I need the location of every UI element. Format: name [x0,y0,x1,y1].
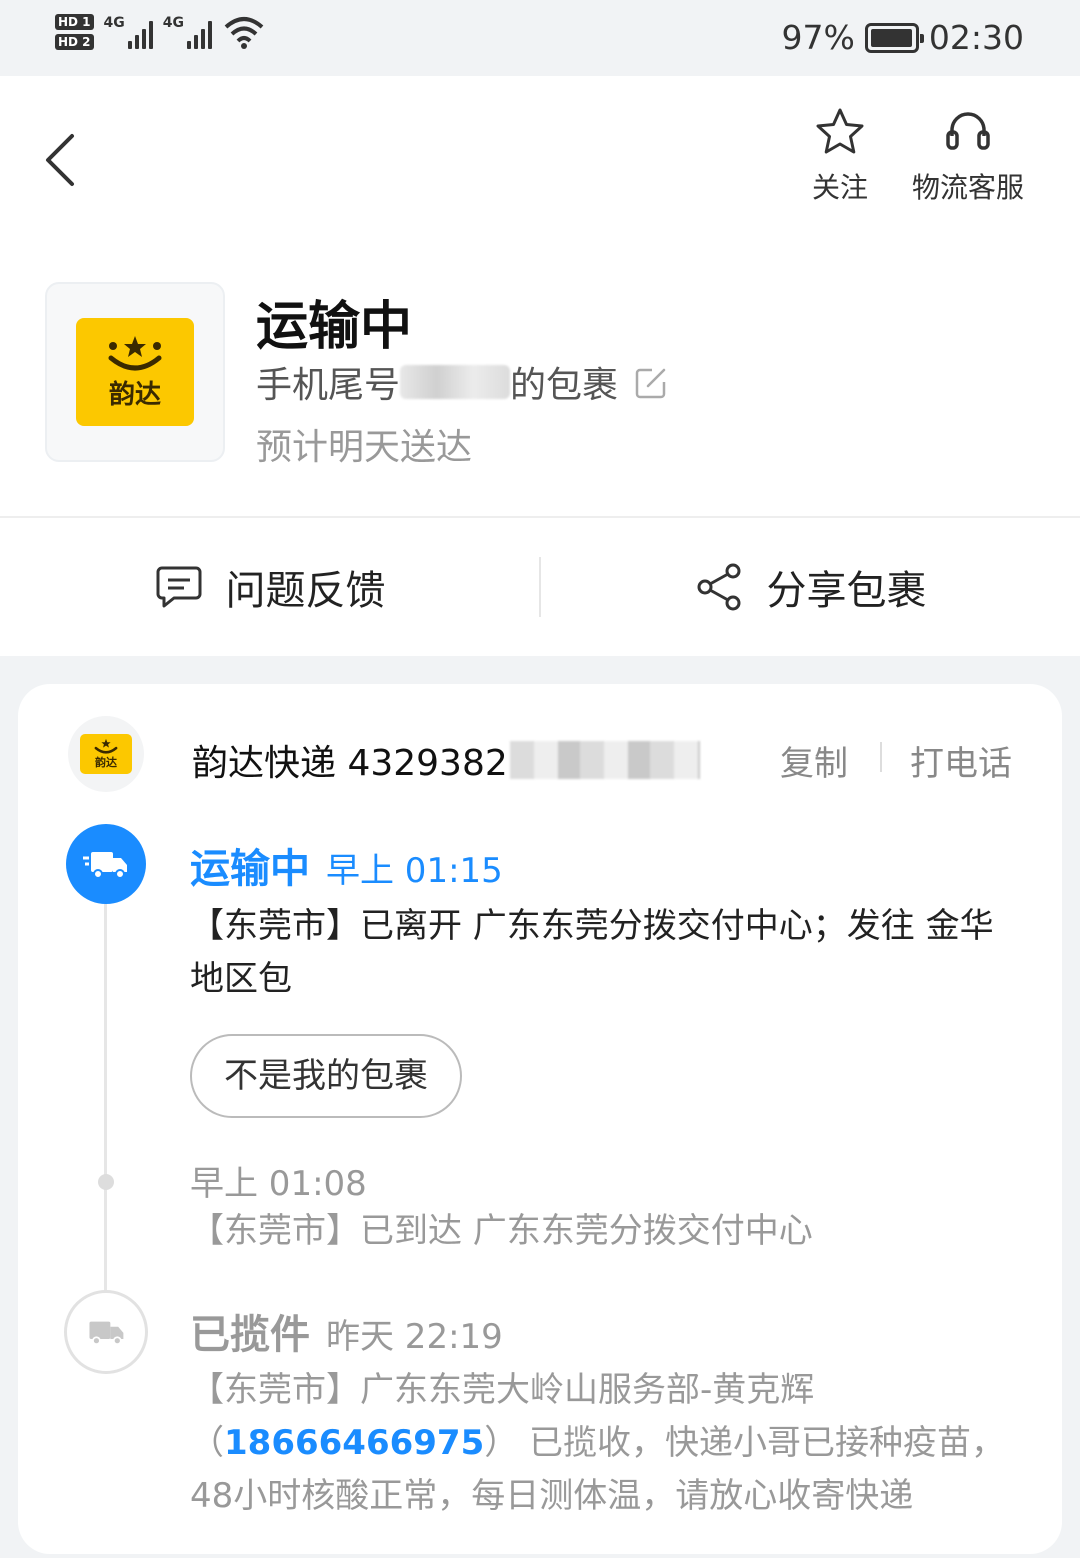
event-time: 昨天 22:19 [326,1317,503,1357]
package-title[interactable]: 手机尾号 的包裹 [256,356,670,408]
sim2-badge: HD 2 [55,34,94,50]
title-suffix: 的包裹 [510,365,619,406]
feedback-button[interactable]: 问题反馈 [0,558,539,616]
headset-icon [946,112,990,150]
smile-star-icon [94,738,118,754]
event-time: 早上 01:15 [326,851,503,891]
follow-button[interactable]: 关注 [812,106,868,206]
package-header: 关注 物流客服 韵达 运输中 手机尾号 的包裹 预计明天送达 问题反馈 分享包裹 [0,76,1080,656]
logo-text: 韵达 [108,379,161,410]
event-desc: 【东莞市】已离开 广东东莞分拨交付中心；发往 金华地区包 [190,906,994,999]
follow-label: 关注 [812,171,869,204]
copy-button[interactable]: 复制 [780,736,848,785]
smile-star-icon [108,335,162,370]
timeline-event-2: 早上 01:08 【东莞市】已到达 广东东莞分拨交付中心 [190,1156,1010,1258]
tracking-blur [509,741,700,779]
phone-blur [400,365,511,399]
timeline-node-active [66,824,146,904]
courier-logo-mark: 韵达 [80,734,132,774]
battery-icon [864,22,924,53]
event-time: 早上 01:08 [190,1164,367,1204]
status-right: 97% 02:30 [782,18,1024,57]
yunda-logo: 韵达 [76,318,194,426]
star-icon [816,108,864,154]
card-separator [880,742,882,772]
timeline-node-pickup [64,1290,148,1374]
timeline-event-1: 运输中 早上 01:15 【东莞市】已离开 广东东莞分拨交付中心；发往 金华地区… [190,836,1010,1118]
signal-icon-2: 4G [163,15,212,49]
package-eta: 预计明天送达 [256,427,473,468]
support-label: 物流客服 [912,171,1025,204]
timeline-line [104,900,107,1320]
share-label: 分享包裹 [766,568,927,614]
sim-indicators: HD 1 HD 2 [55,14,94,50]
net1-label: 4G [103,15,125,31]
event-status: 已揽件 [190,1312,310,1358]
battery-fill [870,28,912,47]
truck-icon [83,852,127,879]
battery-percent: 97% [781,18,855,57]
net2-label: 4G [162,15,184,31]
package-status: 运输中 [256,297,413,357]
truck-icon [89,1321,124,1346]
action-row: 问题反馈 分享包裹 [0,518,1080,656]
share-button[interactable]: 分享包裹 [541,558,1080,616]
carrier-logo: 韵达 [45,282,225,462]
back-icon[interactable] [38,130,88,190]
timeline-dot [98,1174,114,1190]
not-my-package-button[interactable]: 不是我的包裹 [190,1034,462,1118]
tracking-text: 韵达快递 4329382 [192,743,508,784]
comment-icon [156,566,201,608]
tracking-card: 韵达 韵达快递 4329382 复制 打电话 运输中 早上 01:15 【东莞市… [18,684,1062,1554]
sim1-badge: HD 1 [55,14,94,30]
wifi-icon [224,17,264,49]
title-prefix: 手机尾号 [256,365,401,406]
timeline-event-3: 已揽件 昨天 22:19 【东莞市】广东东莞大岭山服务部-黄克辉（1866646… [190,1302,1010,1523]
call-button[interactable]: 打电话 [910,736,1012,785]
feedback-label: 问题反馈 [225,568,386,614]
clock: 02:30 [928,18,1024,57]
share-icon [697,563,740,611]
courier-phone-link[interactable]: 18666466975 [224,1423,484,1463]
tracking-number: 韵达快递 4329382 [192,734,700,786]
status-left: HD 1 HD 2 4G 4G [55,14,264,50]
courier-logo-text: 韵达 [95,756,117,769]
status-bar: HD 1 HD 2 4G 4G 97% 02:30 [0,0,1080,76]
signal-icon: 4G [104,15,153,49]
event-status: 运输中 [190,846,310,892]
courier-logo: 韵达 [68,716,144,792]
event-desc: 【东莞市】已到达 广东东莞分拨交付中心 [190,1211,813,1251]
support-button[interactable]: 物流客服 [912,106,1024,206]
edit-icon[interactable] [634,364,670,400]
event-desc: 【东莞市】广东东莞大岭山服务部-黄克辉（18666466975） 已揽收，快递小… [190,1364,1010,1523]
